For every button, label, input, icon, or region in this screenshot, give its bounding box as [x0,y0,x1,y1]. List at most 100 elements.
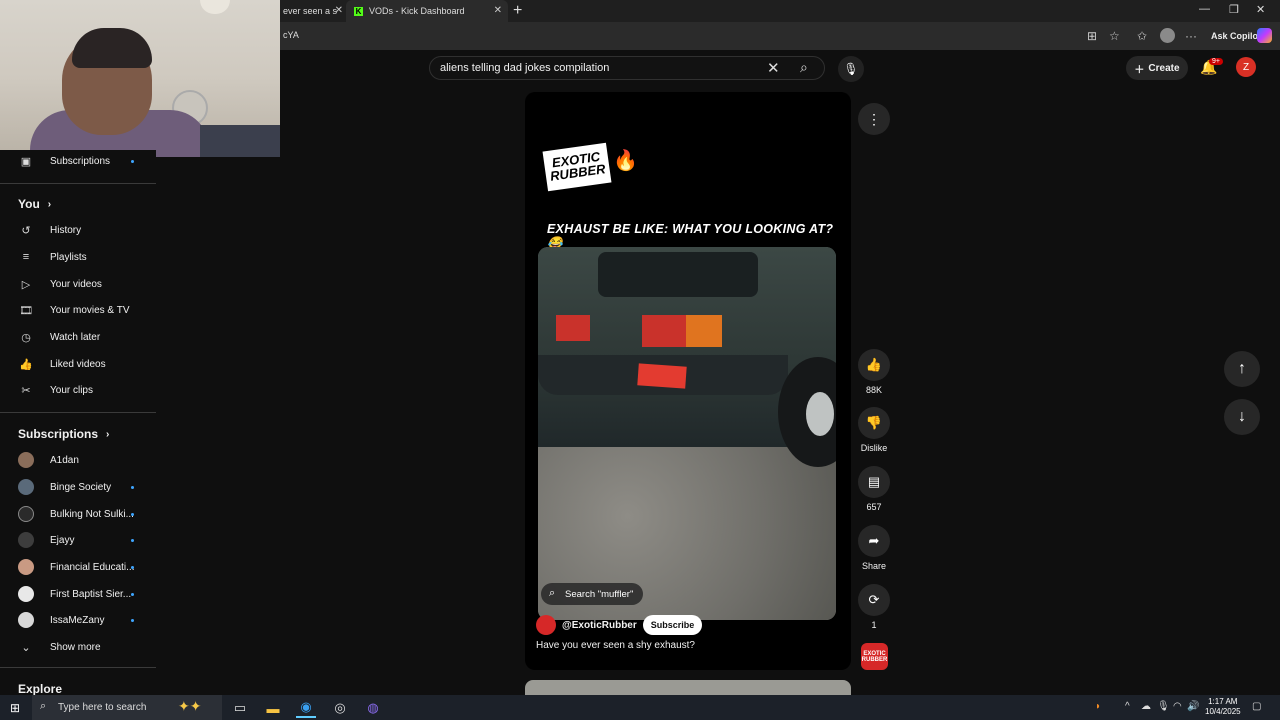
more-menu-icon[interactable]: ··· [1185,29,1197,43]
sidebar-item-playlists[interactable]: ≡ Playlists [18,247,152,267]
time: 1:17 AM [1208,697,1238,706]
video-frame[interactable]: ⌕ Search "muffler" [538,247,836,620]
url-text[interactable]: cYA [283,30,299,40]
subscriptions-label: Subscriptions [18,427,99,441]
onedrive-icon[interactable]: ☁ [1141,701,1151,712]
car-tail-light [556,315,590,341]
sound-thumbnail[interactable]: EXOTIC RUBBER [861,643,888,670]
sidebar-channel-item[interactable]: Ejayy [18,530,152,550]
search-box[interactable]: aliens telling dad jokes compilation ✕ ⌕ [429,56,825,80]
show-hidden-icons-icon[interactable]: ^ [1125,701,1130,712]
video-description[interactable]: Have you ever seen a shy exhaust? [536,640,695,651]
new-tab-icon[interactable]: + [513,2,522,20]
more-options-icon[interactable]: ⋮ [858,103,890,135]
new-content-dot [131,160,134,163]
taskbar-clock[interactable]: 1:17 AM 10/4/2025 [1205,697,1241,717]
sidebar-item-subscriptions[interactable]: ▣ Subscriptions [18,151,152,171]
account-avatar[interactable]: Z [1236,57,1256,77]
favorite-star-icon[interactable]: ☆ [1109,29,1120,43]
remix-count: 1 [871,620,877,630]
next-short-arrow-down-icon[interactable]: ↓ [1224,399,1260,435]
search-icon[interactable]: ⌕ [800,59,808,76]
sidebar-channel-item[interactable]: Binge Society [18,477,152,497]
sidebar-channel-item[interactable]: A1dan [18,450,152,470]
ask-copilot-button[interactable]: Ask Copilot [1211,31,1261,41]
discord-icon[interactable]: ◍ [363,698,383,718]
thumbs-down-icon[interactable]: 👎 [858,407,890,439]
subscriptions-icon: ▣ [20,155,32,168]
file-explorer-icon[interactable]: ▬ [263,698,283,718]
comments-action[interactable]: ▤ 657 [858,466,890,512]
close-tab-icon[interactable]: ✕ [335,5,343,16]
voice-search-icon[interactable]: 🎙 [838,56,864,82]
thumbs-up-icon[interactable]: 👍 [858,349,890,381]
like-action[interactable]: 👍 88K [858,349,890,395]
wheel-hub [806,392,834,436]
subscribe-button[interactable]: Subscribe [642,615,703,635]
channel-name: Binge Society [50,481,112,493]
sidebar-item-movies[interactable]: 🎞 Your movies & TV [18,300,152,320]
share-action[interactable]: ➦ Share [858,525,890,571]
new-content-dot [131,539,134,542]
previous-short-arrow-up-icon[interactable]: ↑ [1224,351,1260,387]
search-input[interactable]: aliens telling dad jokes compilation [440,62,609,74]
obs-icon[interactable]: ◎ [330,698,350,718]
explore-header[interactable]: Explore [18,682,62,696]
sidebar-you-header[interactable]: You › [18,194,152,214]
ceiling-light [200,0,230,14]
comment-icon[interactable]: ▤ [858,466,890,498]
channel-avatar[interactable] [536,615,556,635]
sidebar-item-your-clips[interactable]: ✂ Your clips [18,380,152,400]
short-player[interactable]: EXOTIC RUBBER 🔥 EXHAUST BE LIKE: WHAT YO… [525,92,851,670]
share-icon[interactable]: ➦ [858,525,890,557]
windows-start-icon[interactable]: ⊞ [10,701,20,715]
sidebar-item-your-videos[interactable]: ▷ Your videos [18,274,152,294]
sidebar-channel-item[interactable]: IssaMeZany [18,610,152,630]
close-tab-icon[interactable]: ✕ [494,5,502,16]
sidebar-item-watch-later[interactable]: ◷ Watch later [18,327,152,347]
comment-count: 657 [866,502,882,512]
channel-row: @ExoticRubber Subscribe [536,614,703,636]
app-tray-icon[interactable]: ◗ [1095,701,1101,712]
notifications-icon[interactable]: ▢ [1252,701,1261,712]
profile-icon[interactable] [1160,28,1175,43]
remix-action[interactable]: ⟳ 1 [858,584,890,630]
search-suggestion-chip[interactable]: ⌕ Search "muffler" [541,583,644,605]
car-tail-light [642,315,722,347]
volume-icon[interactable]: 🔊 [1187,701,1199,712]
search-chip-label: Search "muffler" [565,588,634,600]
channel-name: Bulking Not Sulki... [50,508,134,520]
channel-handle[interactable]: @ExoticRubber [562,620,637,631]
edge-browser-icon[interactable]: ◉ [296,698,316,718]
taskbar-search[interactable]: ⌕ Type here to search ✦✦ [32,695,222,720]
sidebar-item-label: Liked videos [50,358,106,370]
sidebar-channel-item[interactable]: Financial Educati... [18,557,152,577]
close-window-icon[interactable]: ✕ [1256,3,1265,16]
copilot-icon[interactable] [1257,28,1272,43]
tab-kick-dashboard[interactable]: K VODs - Kick Dashboard ✕ [346,0,508,22]
new-content-dot [131,593,134,596]
sidebar-item-history[interactable]: ↺ History [18,220,152,240]
new-content-dot [131,619,134,622]
clear-search-icon[interactable]: ✕ [767,59,780,77]
car-rear-window [598,252,758,297]
tab-youtube[interactable]: ever seen a s ✕ [280,0,346,22]
sidebar-channel-item[interactable]: First Baptist Sier... [18,584,152,604]
taskbar-search-placeholder: Type here to search [58,702,147,713]
dislike-action[interactable]: 👎 Dislike [858,407,890,453]
wifi-icon[interactable]: ◠ [1173,701,1182,712]
microphone-icon[interactable]: 🎙 [1157,701,1170,712]
screen: ever seen a s ✕ K VODs - Kick Dashboard … [0,0,1280,720]
task-view-icon[interactable]: ▭ [230,698,250,718]
favorites-icon[interactable]: ✩ [1137,29,1147,43]
remix-icon[interactable]: ⟳ [858,584,890,616]
show-more-button[interactable]: ⌄ Show more [18,637,152,657]
share-label: Share [861,561,887,571]
split-screen-icon[interactable]: ⊞ [1087,29,1097,43]
minimize-icon[interactable]: — [1199,3,1210,15]
sidebar-item-liked-videos[interactable]: 👍 Liked videos [18,354,152,374]
create-button[interactable]: ＋ Create [1126,56,1188,80]
sidebar-subscriptions-header[interactable]: Subscriptions › [18,424,152,444]
sidebar-channel-item[interactable]: Bulking Not Sulki... [18,504,152,524]
maximize-icon[interactable]: ❐ [1229,3,1239,16]
